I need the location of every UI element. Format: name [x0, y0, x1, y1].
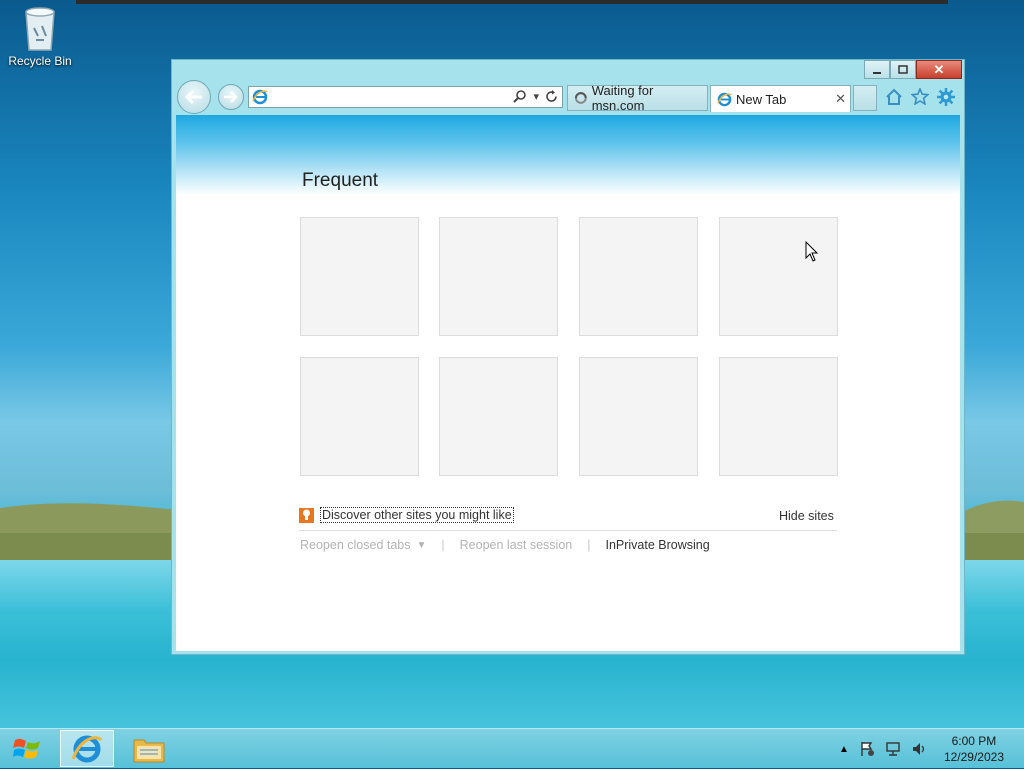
taskbar-file-explorer[interactable]: [122, 730, 176, 767]
internet-explorer-window[interactable]: ✕ ▾ Waiting for msn.com New Tab ✕ Freque…: [171, 59, 965, 655]
action-center-flag-icon[interactable]: [859, 741, 875, 757]
desktop-icon-label: Recycle Bin: [8, 54, 72, 68]
favorites-star-icon[interactable]: [911, 88, 929, 105]
frequent-site-tile[interactable]: [439, 217, 558, 336]
restore-icon: [898, 64, 908, 74]
command-icons: [885, 88, 955, 106]
frequent-site-tile[interactable]: [439, 357, 558, 476]
taskbar-internet-explorer[interactable]: [60, 730, 114, 767]
frequent-site-tile[interactable]: [300, 357, 419, 476]
recycle-bin-icon: [25, 7, 55, 51]
mouse-cursor-icon: [805, 241, 819, 262]
dropdown-arrow-icon[interactable]: ▼: [417, 540, 427, 551]
maximize-button[interactable]: [890, 60, 916, 79]
frequent-site-tile[interactable]: [579, 217, 698, 336]
tab-label: New Tab: [736, 91, 787, 107]
close-icon: ✕: [933, 61, 945, 77]
settings-gear-icon[interactable]: [937, 88, 955, 106]
reopen-closed-tabs-link[interactable]: Reopen closed tabs: [300, 538, 411, 552]
header-gradient: [176, 115, 960, 195]
forward-arrow-icon: [224, 91, 238, 103]
frequent-site-tile[interactable]: [300, 217, 419, 336]
address-input[interactable]: [271, 89, 505, 107]
ie-icon: [717, 92, 732, 106]
windows-logo-icon: [13, 738, 40, 759]
clock[interactable]: 6:00 PM 12/29/2023: [944, 733, 1004, 765]
discover-sites-row: Discover other sites you might like: [299, 507, 514, 523]
separator: |: [587, 538, 591, 552]
volume-icon[interactable]: [911, 741, 927, 757]
clock-date: 12/29/2023: [943, 750, 1004, 764]
discover-sites-link[interactable]: Discover other sites you might like: [320, 507, 514, 523]
network-icon[interactable]: [885, 741, 901, 757]
ie-page-icon: [252, 89, 268, 105]
start-button[interactable]: [0, 729, 54, 769]
home-icon[interactable]: [885, 88, 903, 105]
close-window-button[interactable]: ✕: [916, 60, 962, 79]
address-tools: ▾: [513, 89, 558, 103]
back-button[interactable]: [177, 80, 211, 114]
tab-label: Waiting for msn.com: [591, 83, 654, 113]
frequent-site-tile[interactable]: [719, 357, 838, 476]
divider: [299, 530, 837, 531]
address-bar[interactable]: ▾: [248, 86, 563, 108]
tab-msn[interactable]: Waiting for msn.com: [567, 83, 708, 113]
frequent-site-tile[interactable]: [579, 357, 698, 476]
window-caption-buttons: ✕: [864, 60, 962, 80]
top-edge-bar: [76, 0, 948, 4]
close-tab-icon[interactable]: ✕: [835, 91, 846, 107]
reopen-last-session-link[interactable]: Reopen last session: [460, 538, 573, 552]
taskbar: ▲ 6:00 PM 12/29/2023: [0, 728, 1024, 768]
tab-new-tab[interactable]: New Tab ✕: [710, 85, 851, 112]
page-title: Frequent: [302, 170, 379, 191]
back-arrow-icon: [184, 89, 202, 105]
refresh-icon[interactable]: [545, 89, 558, 103]
system-tray: ▲ 6:00 PM 12/29/2023: [834, 729, 1024, 769]
frequent-site-tile[interactable]: [719, 217, 838, 336]
show-hidden-icons-icon[interactable]: ▲: [839, 744, 849, 755]
search-icon[interactable]: [513, 89, 527, 103]
folder-icon: [133, 739, 165, 762]
internet-explorer-icon: [71, 735, 103, 762]
session-links: Reopen closed tabs ▼ | Reopen last sessi…: [300, 538, 710, 552]
minimize-button[interactable]: [864, 60, 890, 79]
lightbulb-icon: [299, 507, 314, 523]
separator: |: [441, 538, 445, 552]
hide-sites-link[interactable]: Hide sites: [779, 509, 834, 523]
desktop-icon-recycle-bin[interactable]: Recycle Bin: [6, 6, 74, 68]
new-tab-page: Frequent Discover other sites you might …: [176, 115, 960, 651]
new-tab-button[interactable]: [853, 85, 877, 111]
minimize-icon: [873, 71, 881, 74]
inprivate-browsing-link[interactable]: InPrivate Browsing: [605, 538, 709, 552]
navigation-bar: ▾ Waiting for msn.com New Tab ✕: [177, 79, 963, 115]
loading-icon: [574, 92, 587, 104]
dropdown-arrow-icon[interactable]: ▾: [533, 90, 539, 103]
clock-time: 6:00 PM: [951, 734, 997, 748]
forward-button[interactable]: [218, 84, 244, 110]
